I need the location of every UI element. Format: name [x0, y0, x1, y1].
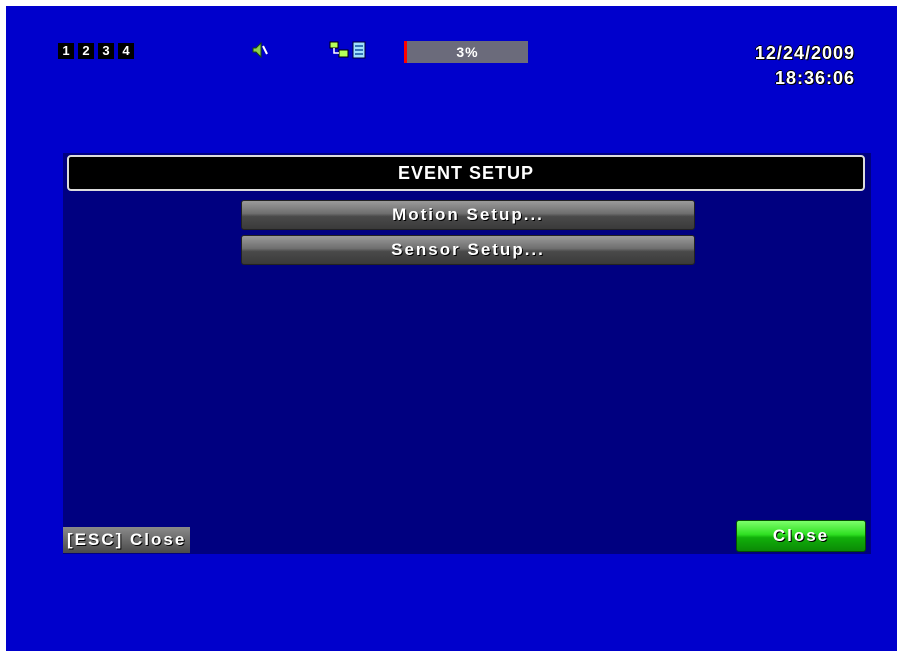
hdd-usage-bar: 3%	[404, 41, 528, 63]
channel-indicator-4[interactable]: 4	[118, 43, 134, 59]
event-setup-dialog: EVENT SETUP Motion Setup... Sensor Setup…	[63, 153, 871, 554]
channel-indicators: 1 2 3 4	[58, 43, 134, 59]
hdd-usage-text: 3%	[456, 44, 479, 60]
channel-indicator-1[interactable]: 1	[58, 43, 74, 59]
dvr-screen: 1 2 3 4 3% 12/24/2009 18:36:06 EVENT SET…	[6, 6, 897, 651]
dialog-title: EVENT SETUP	[67, 155, 865, 191]
time-display: 18:36:06	[774, 68, 855, 88]
date-display: 12/24/2009	[754, 43, 855, 63]
sensor-setup-button[interactable]: Sensor Setup...	[241, 235, 695, 265]
channel-indicator-3[interactable]: 3	[98, 43, 114, 59]
close-button[interactable]: Close	[736, 520, 866, 552]
audio-icon	[250, 41, 268, 59]
motion-setup-button[interactable]: Motion Setup...	[241, 200, 695, 230]
channel-indicator-2[interactable]: 2	[78, 43, 94, 59]
disk-icon	[352, 41, 366, 59]
esc-close-hint: [ESC] Close	[63, 527, 191, 553]
network-icon	[329, 41, 349, 58]
